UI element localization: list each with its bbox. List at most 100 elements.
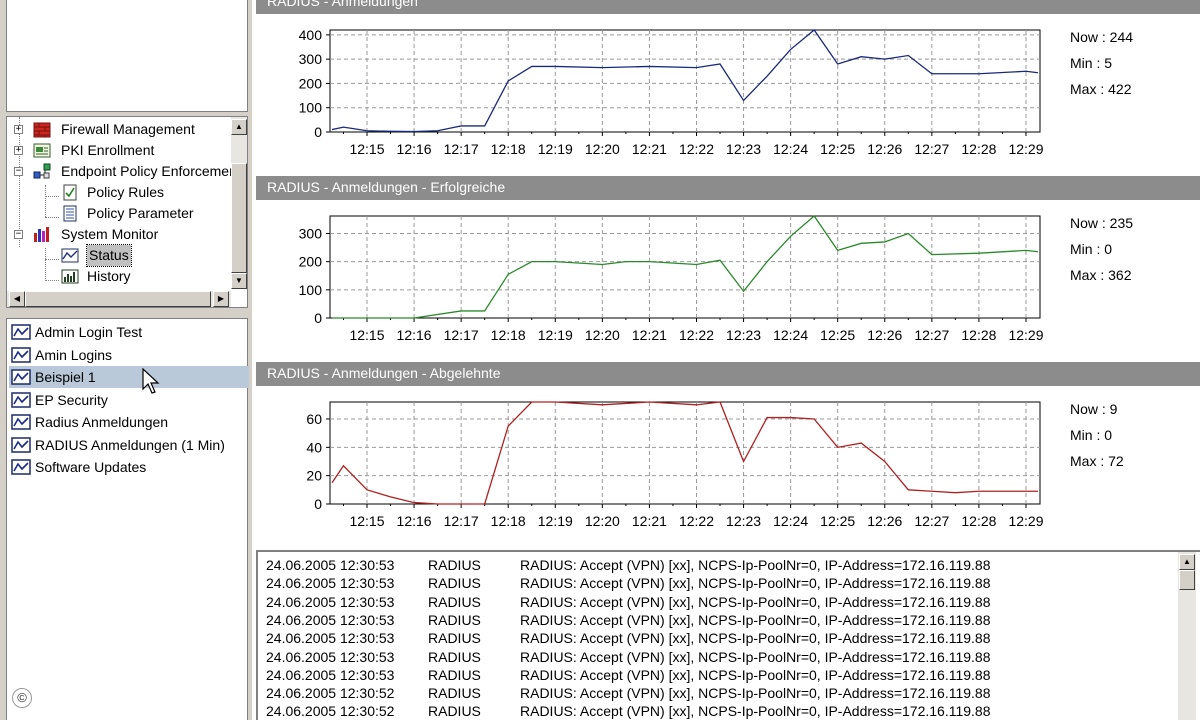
charts-pane: RADIUS - Anmeldungen 0 100 200 300 400 12:15 12… (252, 0, 1200, 720)
tree-item-system-monitor[interactable]: − System Monitor (7, 224, 235, 245)
x-tick-label: 12:21 (632, 513, 667, 529)
x-tick-label: 12:22 (679, 513, 714, 529)
tree-item-label: PKI Enrollment (61, 142, 155, 158)
x-tick-label: 12:26 (867, 327, 902, 343)
tree-item-label: Firewall Management (61, 121, 195, 137)
left-pane: + Firewall Management + PKI Enrollment − (0, 0, 249, 720)
scroll-up-icon[interactable]: ▲ (1179, 554, 1195, 570)
log-source: RADIUS (428, 685, 481, 702)
monitor-list-label: Beispiel 1 (35, 369, 96, 385)
monitor-list-item[interactable]: Admin Login Test (11, 321, 247, 343)
log-timestamp: 24.06.2005 12:30:52 (266, 703, 395, 720)
x-tick-label: 12:20 (585, 327, 620, 343)
monitor-list-item[interactable]: RADIUS Anmeldungen (1 Min) (11, 434, 247, 456)
log-vertical-scrollbar[interactable]: ▲ (1178, 552, 1196, 720)
y-tick-label: 300 (299, 51, 323, 67)
y-tick-label: 60 (306, 411, 322, 427)
log-message: RADIUS: Accept (VPN) [xx], NCPS-Ip-PoolN… (520, 593, 991, 610)
tree-item-policy-rules[interactable]: Policy Rules (7, 182, 235, 203)
tree-item-label: Endpoint Policy Enforcement (61, 163, 241, 179)
log-source: RADIUS (428, 648, 481, 665)
bar-chart-icon (34, 227, 49, 242)
x-tick-label: 12:19 (538, 327, 573, 343)
tree-item-status[interactable]: Status (7, 244, 235, 267)
tree-horizontal-scrollbar[interactable]: ◀ ▶ (7, 291, 231, 307)
scrollbar-thumb[interactable] (231, 163, 247, 273)
x-tick-label: 12:20 (585, 513, 620, 529)
y-tick-label: 200 (299, 254, 323, 270)
histogram-icon (61, 269, 79, 284)
log-source: RADIUS (428, 557, 481, 573)
monitor-list-item[interactable]: Software Updates (11, 456, 247, 478)
monitor-list-item[interactable]: Beispiel 1 (9, 366, 249, 388)
scroll-left-icon[interactable]: ◀ (9, 291, 25, 307)
monitor-list-item[interactable]: Radius Anmeldungen (11, 411, 247, 433)
event-log: 24.06.2005 12:30:53 RADIUS RADIUS: Accept … (256, 550, 1200, 720)
tree-item-history[interactable]: History (7, 266, 235, 287)
monitor-list-item[interactable]: Amin Logins (11, 344, 247, 366)
scrollbar-thumb[interactable] (25, 291, 211, 307)
plot-area (329, 215, 1041, 319)
log-message: RADIUS: Accept (VPN) [xx], NCPS-Ip-PoolN… (520, 685, 991, 702)
log-timestamp: 24.06.2005 12:30:52 (266, 685, 395, 702)
chart-stats: Now : 235 Min : 0 Max : 362 (1070, 210, 1133, 288)
tree-item-firewall-management[interactable]: + Firewall Management (7, 119, 235, 140)
monitor-chart-icon (11, 391, 31, 408)
log-timestamp: 24.06.2005 12:30:53 (266, 648, 395, 665)
log-timestamp: 24.06.2005 12:30:53 (266, 593, 395, 610)
plot-area (329, 401, 1041, 505)
tree-item-pki-enrollment[interactable]: + PKI Enrollment (7, 140, 235, 161)
x-tick-label: 12:27 (914, 141, 949, 157)
stat-max: Max : 422 (1070, 81, 1132, 97)
scroll-up-icon[interactable]: ▲ (231, 119, 247, 135)
monitor-chart-icon (11, 324, 31, 340)
x-tick-label: 12:27 (914, 513, 949, 529)
navigation-tree: + Firewall Management + PKI Enrollment − (6, 116, 248, 308)
expand-icon[interactable]: + (14, 146, 23, 155)
x-tick-label: 12:28 (961, 141, 996, 157)
y-tick-label: 100 (299, 100, 323, 116)
monitor-chart-icon (11, 369, 31, 385)
expand-icon[interactable]: + (14, 125, 23, 134)
x-tick-label: 12:24 (773, 327, 808, 343)
scroll-down-icon[interactable]: ▼ (231, 273, 247, 289)
y-tick-label: 0 (314, 310, 322, 326)
line-chart: 0 100 200 300 400 12:15 12:16 12:17 12:18 12:19 12… (299, 27, 1044, 157)
scroll-right-icon[interactable]: ▶ (213, 291, 229, 307)
x-tick-label: 12:18 (491, 513, 526, 529)
tree-vertical-scrollbar[interactable]: ▲ ▼ (231, 117, 247, 289)
x-tick-label: 12:29 (1008, 327, 1043, 343)
x-tick-label: 12:15 (349, 141, 384, 157)
x-tick-label: 12:22 (679, 141, 714, 157)
x-tick-label: 12:23 (726, 513, 761, 529)
y-tick-label: 400 (299, 27, 323, 43)
monitor-list-label: Software Updates (35, 459, 147, 475)
log-source: RADIUS (428, 666, 481, 683)
monitor-list-label: Amin Logins (35, 346, 113, 363)
y-tick-label: 100 (299, 282, 323, 298)
chart-stats: Now : 244 Min : 5 Max : 422 (1070, 24, 1133, 102)
tree-item-label: Policy Parameter (87, 205, 194, 221)
line-chart: 0 20 40 60 12:15 12:16 12:17 12:18 12:19 12:20 12:… (306, 401, 1044, 529)
stat-now: Now : 235 (1070, 215, 1134, 231)
chart-title: RADIUS - Anmeldungen - Abgelehnte (256, 362, 1200, 386)
tree-item-endpoint-policy[interactable]: − Endpoint Policy Enforcement (7, 161, 241, 182)
x-tick-label: 12:16 (397, 513, 432, 529)
x-tick-label: 12:17 (444, 513, 479, 529)
collapse-icon[interactable]: − (14, 230, 23, 239)
x-tick-label: 12:17 (444, 141, 479, 157)
x-tick-label: 12:23 (726, 141, 761, 157)
stat-min: Min : 5 (1070, 55, 1113, 71)
scrollbar-thumb[interactable] (1179, 570, 1195, 590)
collapse-icon[interactable]: − (14, 167, 23, 176)
log-message: RADIUS: Accept (VPN) [xx], NCPS-Ip-PoolN… (520, 703, 991, 720)
x-tick-label: 12:17 (444, 327, 479, 343)
y-tick-label: 0 (314, 124, 322, 140)
log-message: RADIUS: Accept (VPN) [xx], NCPS-Ip-PoolN… (520, 648, 991, 665)
x-tick-label: 12:28 (961, 513, 996, 529)
tree-item-policy-parameter[interactable]: Policy Parameter (7, 203, 235, 224)
x-tick-label: 12:21 (632, 141, 667, 157)
line-chart: 0 100 200 300 12:15 12:16 12:17 12:18 12:19 12:20… (299, 215, 1044, 343)
checklist-icon (63, 184, 77, 201)
monitor-list-item[interactable]: EP Security (11, 389, 247, 411)
